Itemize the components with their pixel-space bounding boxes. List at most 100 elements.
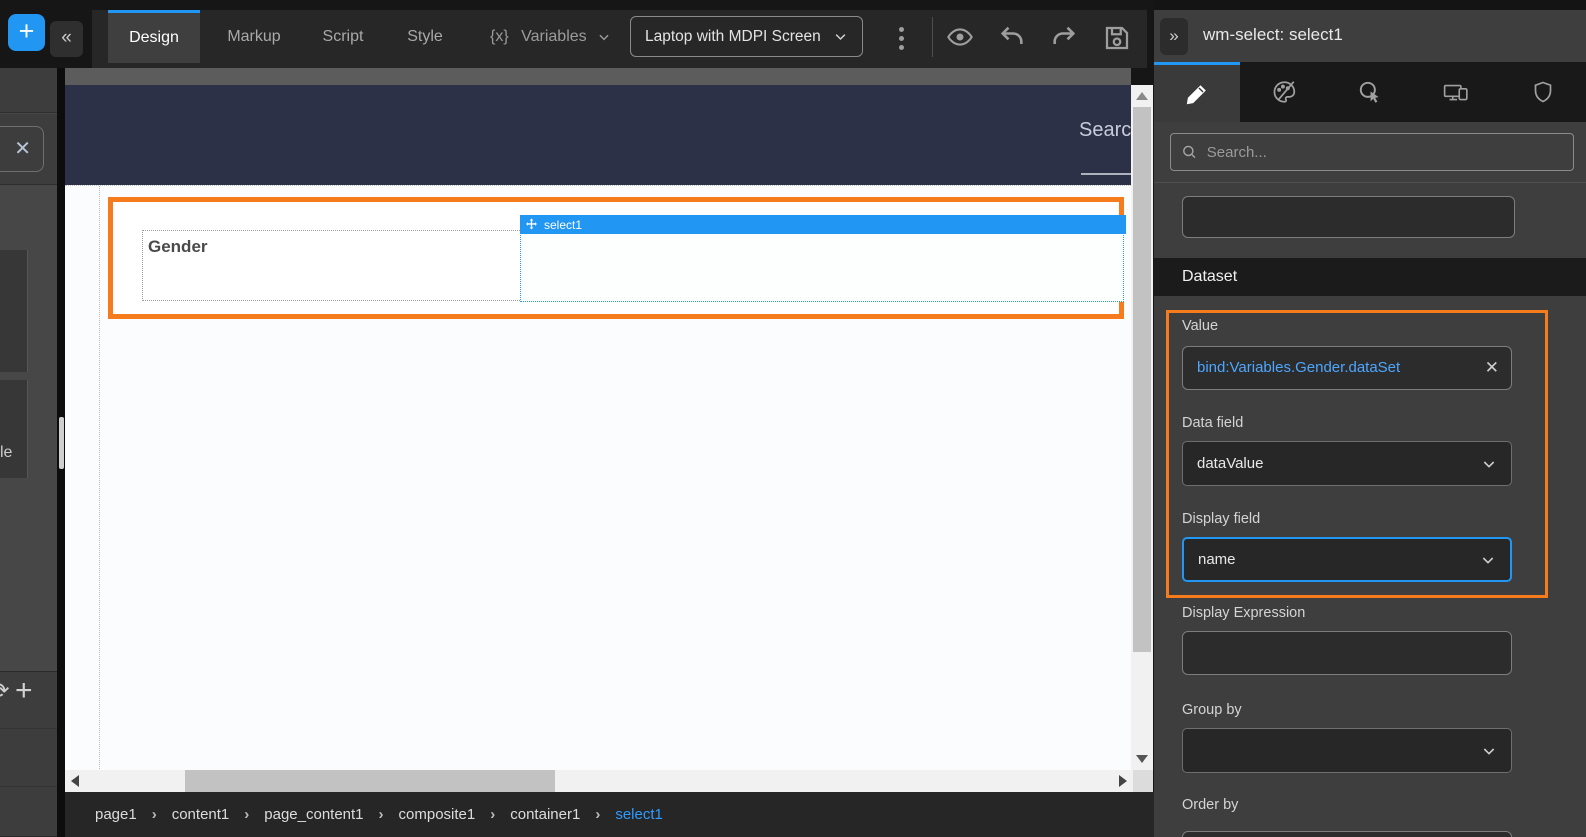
page-header-search-underline	[1081, 173, 1131, 175]
scroll-up-icon[interactable]	[1136, 92, 1148, 100]
tab-script[interactable]: Script	[308, 10, 378, 63]
tab-security[interactable]	[1500, 62, 1586, 122]
page-header-preview[interactable]: Searc	[65, 85, 1131, 185]
breadcrumb-separator: ›	[490, 806, 495, 823]
panel-divider	[1154, 182, 1586, 183]
tab-styles[interactable]	[1240, 62, 1326, 122]
sidebar-row[interactable]	[0, 786, 57, 837]
add-widget-button[interactable]: +	[8, 14, 45, 51]
tab-markup[interactable]: Markup	[212, 10, 296, 63]
devices-icon	[1442, 79, 1470, 105]
breadcrumb-content1[interactable]: content1	[172, 806, 230, 823]
tab-devices[interactable]	[1413, 62, 1499, 122]
variables-menu[interactable]: {x} Variables	[490, 10, 611, 63]
variables-label: Variables	[521, 28, 587, 45]
design-canvas[interactable]: Searc Gender select1	[65, 68, 1131, 770]
tab-style[interactable]: Style	[392, 10, 458, 63]
inspect-icon	[1357, 79, 1383, 105]
display-field-label: Display field	[1182, 511, 1260, 527]
undo-icon[interactable]	[997, 23, 1029, 51]
canvas-chrome-bar	[65, 68, 1131, 85]
group-by-select[interactable]	[1182, 728, 1512, 773]
select1-drag-handle[interactable]: select1	[520, 215, 1126, 234]
breadcrumb-separator: ›	[152, 806, 157, 823]
properties-panel: » wm-select: select1	[1154, 0, 1586, 837]
page-boundary-dotted-line	[99, 186, 100, 770]
save-icon[interactable]	[1102, 23, 1134, 51]
select1-widget[interactable]: select1	[520, 215, 1124, 302]
sidebar-header	[0, 68, 57, 113]
display-field-select[interactable]: name	[1182, 537, 1512, 582]
move-icon	[525, 218, 538, 231]
display-field-value: name	[1198, 551, 1236, 568]
properties-tabbar	[1154, 62, 1586, 122]
breadcrumb-separator: ›	[244, 806, 249, 823]
value-field[interactable]: bind:Variables.Gender.dataSet ✕	[1182, 346, 1512, 390]
editor-tabstrip: Design Markup Script Style {x} Variables…	[92, 10, 1147, 68]
redo-icon[interactable]	[1049, 23, 1081, 51]
scroll-left-icon[interactable]	[71, 775, 79, 787]
left-sidebar: ✕ le ⟳ +	[0, 68, 57, 837]
plus-icon[interactable]: +	[15, 674, 33, 708]
clear-icon[interactable]: ✕	[1485, 358, 1499, 378]
chevron-down-icon	[597, 30, 611, 44]
collapse-left-panel-button[interactable]: «	[50, 21, 83, 57]
data-field-value: dataValue	[1197, 455, 1263, 472]
preview-eye-icon[interactable]	[944, 23, 976, 51]
canvas-vertical-scrollbar[interactable]	[1131, 85, 1153, 770]
canvas-horizontal-scrollbar[interactable]	[65, 770, 1153, 792]
horizontal-scrollbar-thumb[interactable]	[185, 770, 555, 792]
panel-top-strip	[1154, 0, 1586, 10]
properties-title: wm-select: select1	[1203, 25, 1343, 45]
shield-icon	[1531, 79, 1555, 105]
sidebar-subheader: ✕	[0, 114, 57, 185]
sidebar-tile[interactable]	[0, 380, 28, 478]
scroll-right-icon[interactable]	[1119, 775, 1127, 787]
sidebar-clipped-label: le	[0, 444, 12, 462]
breadcrumb-separator: ›	[595, 806, 600, 823]
search-input[interactable]	[1207, 144, 1563, 161]
breadcrumb: page1 › content1 › page_content1 › compo…	[65, 792, 1154, 837]
breadcrumb-select1[interactable]: select1	[615, 806, 663, 823]
toolbar-divider	[932, 17, 933, 57]
scroll-down-icon[interactable]	[1136, 755, 1148, 763]
unnamed-property-field[interactable]	[1182, 196, 1515, 238]
breadcrumb-composite1[interactable]: composite1	[399, 806, 476, 823]
search-icon	[1181, 143, 1198, 161]
dataset-section-header[interactable]: Dataset	[1154, 258, 1586, 296]
tab-events[interactable]	[1327, 62, 1413, 122]
close-icon[interactable]: ✕	[0, 126, 44, 172]
expand-right-icon[interactable]: »	[1160, 18, 1188, 55]
group-by-label: Group by	[1182, 702, 1242, 718]
sidebar-scrollbar-thumb[interactable]	[59, 417, 64, 469]
refresh-icon[interactable]: ⟳	[0, 678, 9, 704]
wavemaker-studio: + « Design Markup Script Style {x} Varia…	[0, 0, 1586, 837]
palette-icon	[1271, 79, 1297, 105]
data-field-select[interactable]: dataValue	[1182, 441, 1512, 486]
device-selector[interactable]: Laptop with MDPI Screen	[630, 16, 863, 57]
tab-design[interactable]: Design	[108, 10, 200, 63]
properties-search[interactable]	[1170, 133, 1574, 171]
data-field-label: Data field	[1182, 415, 1243, 431]
container1-highlight[interactable]: Gender select1	[108, 197, 1124, 319]
breadcrumb-container1[interactable]: container1	[510, 806, 580, 823]
scrollbar-corner	[1133, 770, 1153, 792]
breadcrumb-page_content1[interactable]: page_content1	[264, 806, 363, 823]
sidebar-bottom-panel: ⟳ +	[0, 671, 57, 837]
vertical-scrollbar-thumb[interactable]	[1133, 107, 1151, 652]
order-by-field[interactable]	[1182, 831, 1512, 837]
pencil-icon	[1185, 82, 1209, 106]
gender-label-widget[interactable]: Gender	[142, 230, 522, 301]
breadcrumb-page1[interactable]: page1	[95, 806, 137, 823]
page-content-preview[interactable]: Gender select1	[65, 185, 1131, 770]
sidebar-row[interactable]	[0, 728, 57, 786]
order-by-label: Order by	[1182, 797, 1238, 813]
sidebar-tile[interactable]	[0, 250, 28, 372]
kebab-menu-icon[interactable]	[892, 22, 910, 54]
device-selector-label: Laptop with MDPI Screen	[645, 17, 821, 56]
value-binding-text: bind:Variables.Gender.dataSet	[1197, 359, 1400, 376]
chevron-down-icon	[1480, 552, 1496, 568]
tab-properties[interactable]	[1154, 62, 1240, 122]
page-header-search-text: Searc	[1079, 119, 1131, 142]
display-expression-field[interactable]	[1182, 631, 1512, 675]
